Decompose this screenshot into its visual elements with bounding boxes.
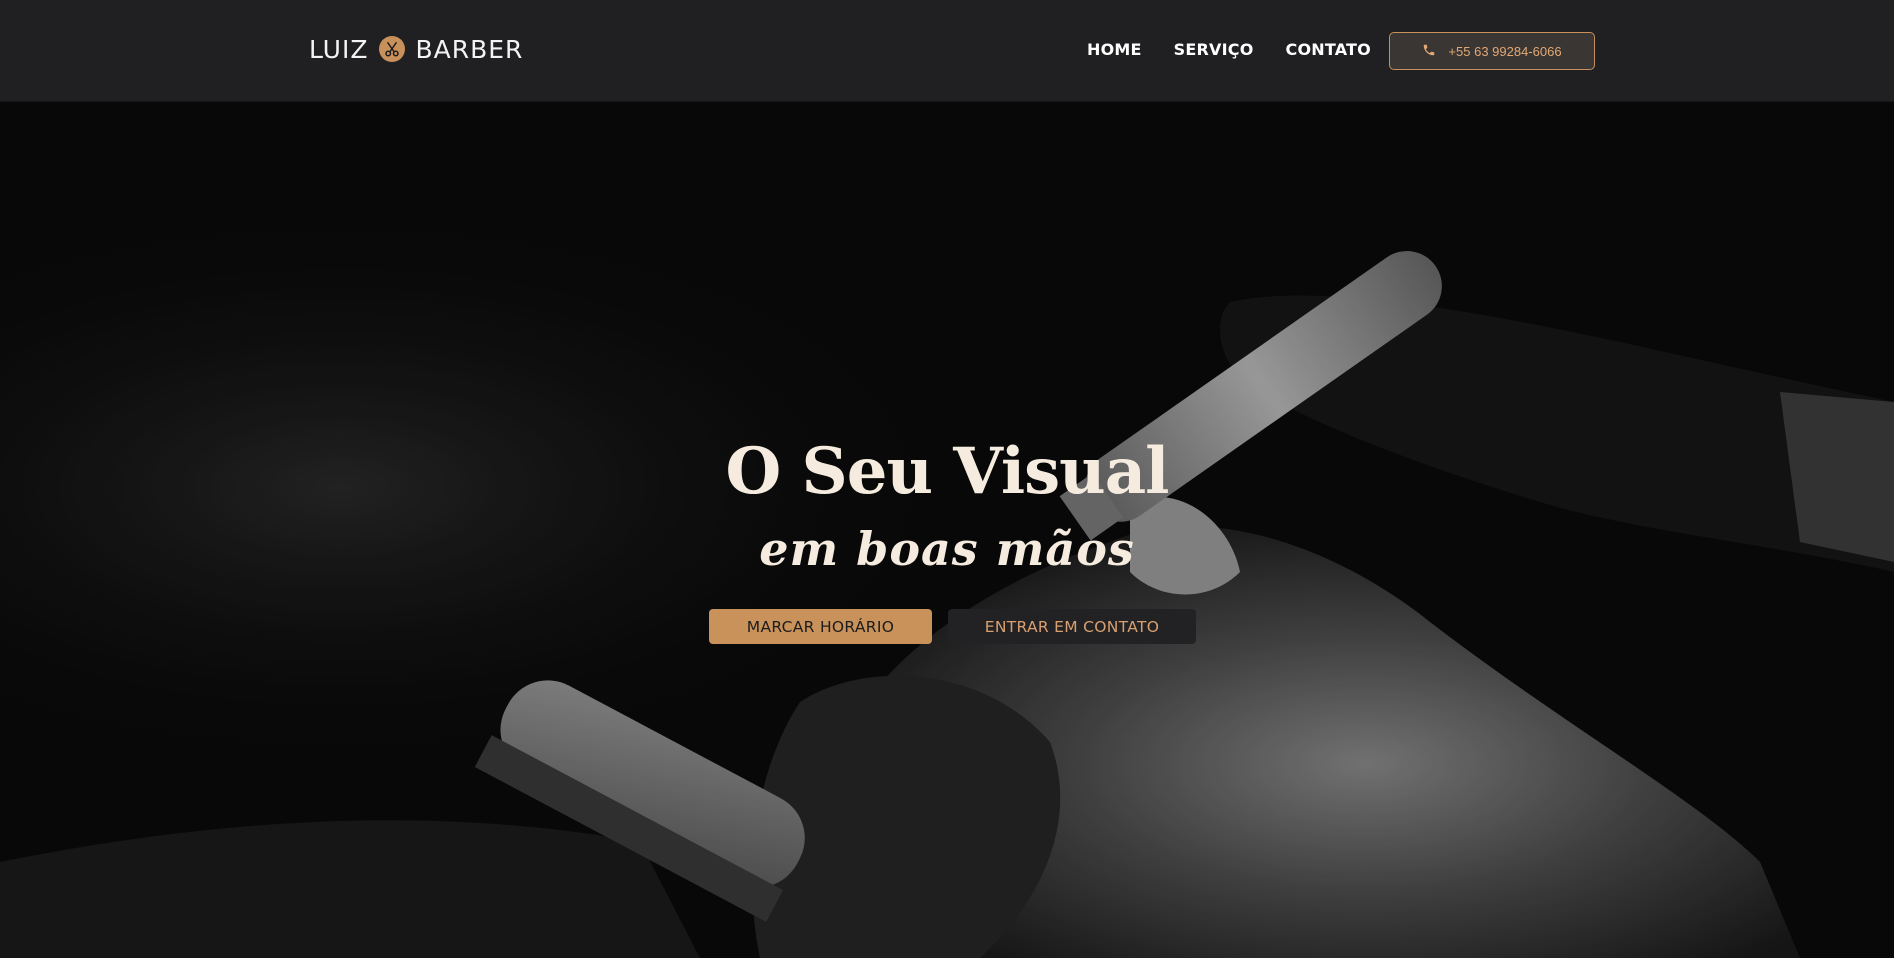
scissors-icon [379,36,406,62]
brand-logo[interactable]: LUIZ BARBER [309,33,523,65]
site-header: LUIZ BARBER HOME SERVIÇO CONTATO +55 63 … [0,0,1894,102]
nav-contato-link[interactable]: CONTATO [1286,40,1371,59]
book-appointment-button[interactable]: MARCAR HORÁRIO [709,609,932,644]
hero-headline: O Seu Visual [725,434,1170,509]
hero-subline: em boas mãos [759,522,1135,576]
phone-button[interactable]: +55 63 99284-6066 [1389,32,1595,70]
main-nav: HOME SERVIÇO CONTATO [1087,40,1403,59]
contact-button[interactable]: ENTRAR EM CONTATO [948,609,1196,644]
brand-name-left: LUIZ [309,34,369,64]
phone-icon [1422,43,1436,60]
nav-servico-link[interactable]: SERVIÇO [1174,40,1254,59]
brand-name-right: BARBER [415,34,524,64]
nav-home-link[interactable]: HOME [1087,40,1142,59]
hero-section: O Seu Visual em boas mãos MARCAR HORÁRIO… [0,102,1894,958]
phone-number: +55 63 99284-6066 [1448,43,1562,59]
